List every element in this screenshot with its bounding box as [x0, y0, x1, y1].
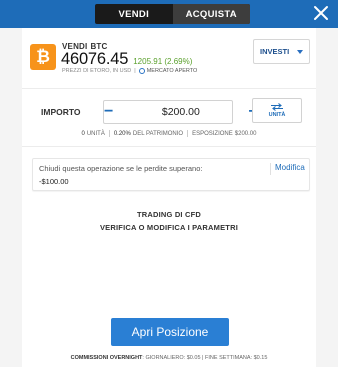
market-status: MERCATO APERTO	[146, 68, 198, 74]
close-icon[interactable]	[313, 5, 329, 21]
divider	[22, 146, 316, 147]
exposure-value: $200.00	[234, 130, 257, 137]
swap-arrows-icon	[271, 103, 283, 111]
units-label: UNITÀ	[86, 130, 105, 137]
buy-tab[interactable]: ACQUISTA	[172, 4, 250, 24]
trade-panel: ₿ VENDI BTC 46076.45 1205.91 (2.69%) PREZ…	[22, 28, 316, 367]
price-source: PREZZI DI ETORO, IN USD	[62, 68, 132, 74]
equity-value: 0.20%	[113, 130, 131, 137]
open-position-button[interactable]: Apri Posizione	[111, 318, 229, 346]
divider	[22, 88, 316, 89]
stop-loss-value: -$100.00	[39, 177, 69, 186]
unit-toggle-button[interactable]: UNITÀ	[252, 98, 302, 123]
overnight-fees: COMMISSIONI OVERNIGHT: GIORNALIERO: $0.0…	[70, 355, 268, 361]
overnight-label: COMMISSIONI OVERNIGHT	[70, 355, 143, 361]
price-change: 1205.91 (2.69%)	[133, 57, 193, 66]
overnight-weekend-value: $0.15	[253, 355, 268, 361]
buy-sell-toggle: VENDI ACQUISTA	[95, 4, 250, 24]
amount-label: IMPORTO	[41, 107, 81, 117]
stop-loss-edit-link[interactable]: Modifica	[275, 163, 305, 172]
instrument-price: 46076.45	[61, 50, 129, 68]
stop-loss-box: Chiudi questa operazione se le perdite s…	[32, 158, 310, 191]
amount-stepper: − +	[103, 100, 258, 124]
price-row: 46076.45 1205.91 (2.69%)	[61, 50, 192, 69]
invest-dropdown[interactable]: INVESTI	[253, 39, 310, 64]
minus-icon[interactable]: −	[104, 101, 113, 123]
unit-toggle-label: UNITÀ	[268, 112, 286, 118]
trade-summary: 0 UNITÀ 0.20% DEL PATRIMONIO ESPOSIZIONE…	[22, 130, 316, 137]
cfd-subtitle: VERIFICA O MODIFICA I PARAMETRI	[99, 223, 238, 232]
equity-label: DEL PATRIMONIO	[132, 130, 184, 137]
clock-icon	[138, 68, 145, 74]
amount-input[interactable]	[113, 101, 249, 123]
units-value: 0	[81, 130, 85, 137]
overnight-daily-value: $0.05	[186, 355, 201, 361]
stop-loss-separator	[270, 163, 271, 175]
stop-loss-text: Chiudi questa operazione se le perdite s…	[39, 164, 203, 173]
invest-label: INVESTI	[260, 47, 290, 56]
bitcoin-logo-icon: ₿	[30, 44, 56, 70]
sell-tab[interactable]: VENDI	[95, 4, 173, 24]
top-bar: VENDI ACQUISTA	[0, 0, 338, 28]
price-meta: PREZZI DI ETORO, IN USD | MERCATO APERTO	[62, 68, 198, 74]
overnight-daily-label: GIORNALIERO	[145, 355, 184, 361]
exposure-label: ESPOSIZIONE	[192, 130, 233, 137]
cfd-title: TRADING DI CFD	[136, 210, 202, 219]
caret-down-icon	[297, 49, 303, 54]
overnight-weekend-label: FINE SETTIMANA	[205, 355, 251, 361]
